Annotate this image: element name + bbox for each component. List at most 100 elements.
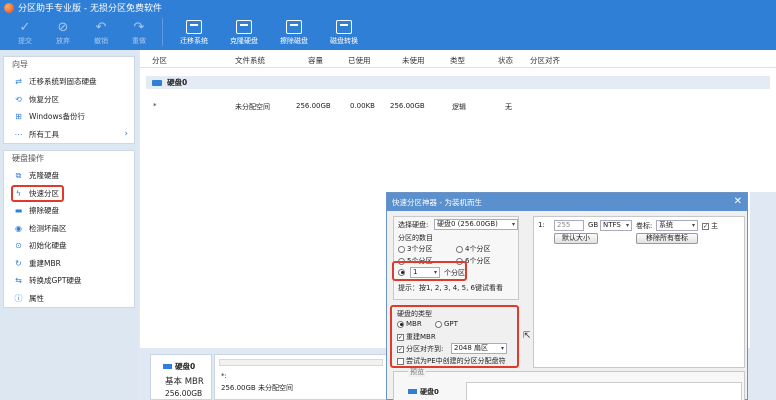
disk-icon <box>152 79 162 86</box>
commit-button[interactable]: ✓ 提交 <box>6 15 44 48</box>
radio-3-partitions[interactable]: 3个分区 <box>398 244 432 254</box>
disk-ops-panel: 硬盘操作 ⧉ 克隆硬盘 ϟ 快速分区 ▬ 擦除硬盘 ◉ 检测坏扇区 ⊙ 初始化硬… <box>3 150 135 308</box>
clone-disk-icon <box>236 20 252 34</box>
wipe-disk-button[interactable]: 擦除磁盘 <box>269 15 319 48</box>
size-unit: GB <box>588 221 599 229</box>
sidebar-item-rebuild-mbr[interactable]: ↻ 重建MBR <box>4 255 134 273</box>
preview-label: 预览 <box>408 367 426 377</box>
sidebar-item-quick-partition[interactable]: ϟ 快速分区 <box>11 184 64 202</box>
window-title: 分区助手专业版 - 无损分区免费软件 <box>18 4 162 14</box>
size-spinner[interactable]: 255 <box>554 220 584 231</box>
sidebar-item-recover[interactable]: ⟲ 恢复分区 <box>4 91 134 109</box>
convert-icon: ⇆ <box>15 276 22 286</box>
sidebar-item-properties[interactable]: ⓘ 属性 <box>4 290 134 308</box>
sidebar-item-clone-disk[interactable]: ⧉ 克隆硬盘 <box>4 167 134 185</box>
dialog-title-bar: 快速分区神器 - 为装机而生 ✕ <box>387 193 747 211</box>
col-status[interactable]: 状态 <box>498 55 513 66</box>
discard-icon: ⊘ <box>57 20 69 35</box>
sidebar-item-wipe-disk[interactable]: ▬ 擦除硬盘 <box>4 202 134 220</box>
disk-card[interactable]: 硬盘0 基本 MBR 256.00GB <box>150 354 212 400</box>
sidebar-item-migrate[interactable]: ⇄ 迁移系统到固态硬盘 <box>4 73 134 91</box>
check-icon: ✓ <box>19 20 31 35</box>
redo-button[interactable]: ↷ 重做 <box>120 15 158 48</box>
disk-ops-heading: 硬盘操作 <box>12 154 44 163</box>
windows-icon: ⊞ <box>15 112 22 122</box>
sidebar-item-all-tools[interactable]: ⋯ 所有工具 › <box>4 126 134 144</box>
wizard-panel: 向导 ⇄ 迁移系统到固态硬盘 ⟲ 恢复分区 ⊞ Windows备份行 ⋯ 所有工… <box>3 56 135 144</box>
toolbar: ✓ 提交 ⊘ 放弃 ↶ 撤销 ↷ 重做 迁移系统 克隆硬盘 擦除磁盘 磁盘转换 <box>0 15 776 50</box>
preview-disk: 硬盘0 <box>408 387 439 397</box>
tools-icon: ⋯ <box>14 129 23 139</box>
title-bar: 分区助手专业版 - 无损分区免费软件 <box>0 0 776 15</box>
eraser-icon: ▬ <box>14 206 23 216</box>
disk-type: 基本 MBR <box>165 377 204 387</box>
undo-icon: ↶ <box>95 20 107 35</box>
disk-group-row[interactable]: 硬盘0 <box>146 76 770 89</box>
discard-button[interactable]: ⊘ 放弃 <box>44 15 82 48</box>
app-logo-icon <box>4 2 14 13</box>
disk-icon <box>163 364 172 369</box>
select-disk-dropdown[interactable]: 硬盘0 (256.00GB) ▾ <box>434 219 518 230</box>
redo-icon: ↷ <box>133 20 145 35</box>
sidebar-item-convert-gpt[interactable]: ⇆ 转换成GPT硬盘 <box>4 272 134 290</box>
disk-size: 256.00GB <box>165 389 203 398</box>
sidebar: 向导 ⇄ 迁移系统到固态硬盘 ⟲ 恢复分区 ⊞ Windows备份行 ⋯ 所有工… <box>0 50 138 400</box>
col-used[interactable]: 已使用 <box>348 55 371 66</box>
mouse-cursor-icon: ⇱ <box>523 331 531 341</box>
lightning-icon: ϟ <box>15 188 22 198</box>
highlight-partition-count <box>392 261 467 281</box>
convert-disk-icon <box>336 20 352 34</box>
scan-icon: ◉ <box>15 223 22 233</box>
clone-disk-button[interactable]: 克隆硬盘 <box>219 15 269 48</box>
preview-panel: 预览 硬盘0 <box>393 367 745 400</box>
undo-button[interactable]: ↶ 撤销 <box>82 15 120 48</box>
clear-labels-button[interactable]: 移除所有卷标 <box>636 233 698 244</box>
volume-label-dropdown[interactable]: 系统 ▾ <box>656 220 698 231</box>
sidebar-item-init-disk[interactable]: ⊙ 初始化硬盘 <box>4 237 134 255</box>
wipe-disk-icon <box>286 20 302 34</box>
background-strip <box>750 192 776 400</box>
migrate-icon: ⇄ <box>15 77 22 87</box>
chevron-right-icon: › <box>124 129 128 140</box>
preview-bar <box>466 382 742 400</box>
chevron-down-icon: ▾ <box>691 222 695 229</box>
quick-partition-dialog: 快速分区神器 - 为装机而生 ✕ 选择硬盘: 硬盘0 (256.00GB) ▾ … <box>386 192 748 400</box>
chevron-down-icon: ▾ <box>511 221 515 228</box>
convert-disk-button[interactable]: 磁盘转换 <box>319 15 369 48</box>
usage-bar <box>219 359 383 366</box>
partition-block[interactable]: *: 256.00GB 未分配空间 <box>214 354 388 400</box>
sidebar-item-check-bad-sectors[interactable]: ◉ 检测坏扇区 <box>4 220 134 238</box>
filesystem-dropdown[interactable]: NTFS ▾ <box>600 220 632 231</box>
rebuild-icon: ↻ <box>15 258 22 268</box>
partition-settings-panel: 1: 255 GB NTFS ▾ 卷标: 系统 ▾ ✓ 主 默认大小 移除所有卷标 <box>533 216 745 368</box>
select-disk-label: 选择硬盘: <box>398 221 429 229</box>
hint-text: 提示：按1, 2, 3, 4, 5, 6键试看看 <box>398 284 503 292</box>
highlight-disk-type <box>390 305 519 368</box>
default-size-button[interactable]: 默认大小 <box>554 233 598 244</box>
disk-options-panel: 选择硬盘: 硬盘0 (256.00GB) ▾ 分区的数目 3个分区 4个分区 5… <box>393 216 519 300</box>
recover-icon: ⟲ <box>15 94 22 104</box>
radio-4-partitions[interactable]: 4个分区 <box>456 244 490 254</box>
col-capacity[interactable]: 容量 <box>308 55 323 66</box>
migrate-os-icon <box>186 20 202 34</box>
init-icon: ⊙ <box>15 241 22 251</box>
count-label: 分区的数目 <box>398 234 433 242</box>
col-filesystem[interactable]: 文件系统 <box>235 55 265 66</box>
sidebar-item-windows-backup[interactable]: ⊞ Windows备份行 <box>4 108 134 126</box>
column-header: 分区 文件系统 容量 已使用 未使用 类型 状态 分区对齐 <box>140 50 776 68</box>
col-type[interactable]: 类型 <box>450 55 465 66</box>
col-partition[interactable]: 分区 <box>152 55 167 66</box>
chevron-down-icon: ▾ <box>625 222 629 229</box>
primary-checkbox[interactable]: ✓ 主 <box>702 221 718 231</box>
partition-index: 1: <box>538 221 545 229</box>
disk-icon <box>408 389 417 394</box>
toolbar-separator <box>162 18 163 46</box>
migrate-os-button[interactable]: 迁移系统 <box>169 15 219 48</box>
volume-label-caption: 卷标: <box>636 222 653 230</box>
col-alignment[interactable]: 分区对齐 <box>530 55 560 66</box>
col-free[interactable]: 未使用 <box>402 55 425 66</box>
wizard-heading: 向导 <box>12 60 28 69</box>
close-icon[interactable]: ✕ <box>734 196 742 207</box>
info-icon: ⓘ <box>14 293 23 303</box>
clone-icon: ⧉ <box>15 170 22 180</box>
